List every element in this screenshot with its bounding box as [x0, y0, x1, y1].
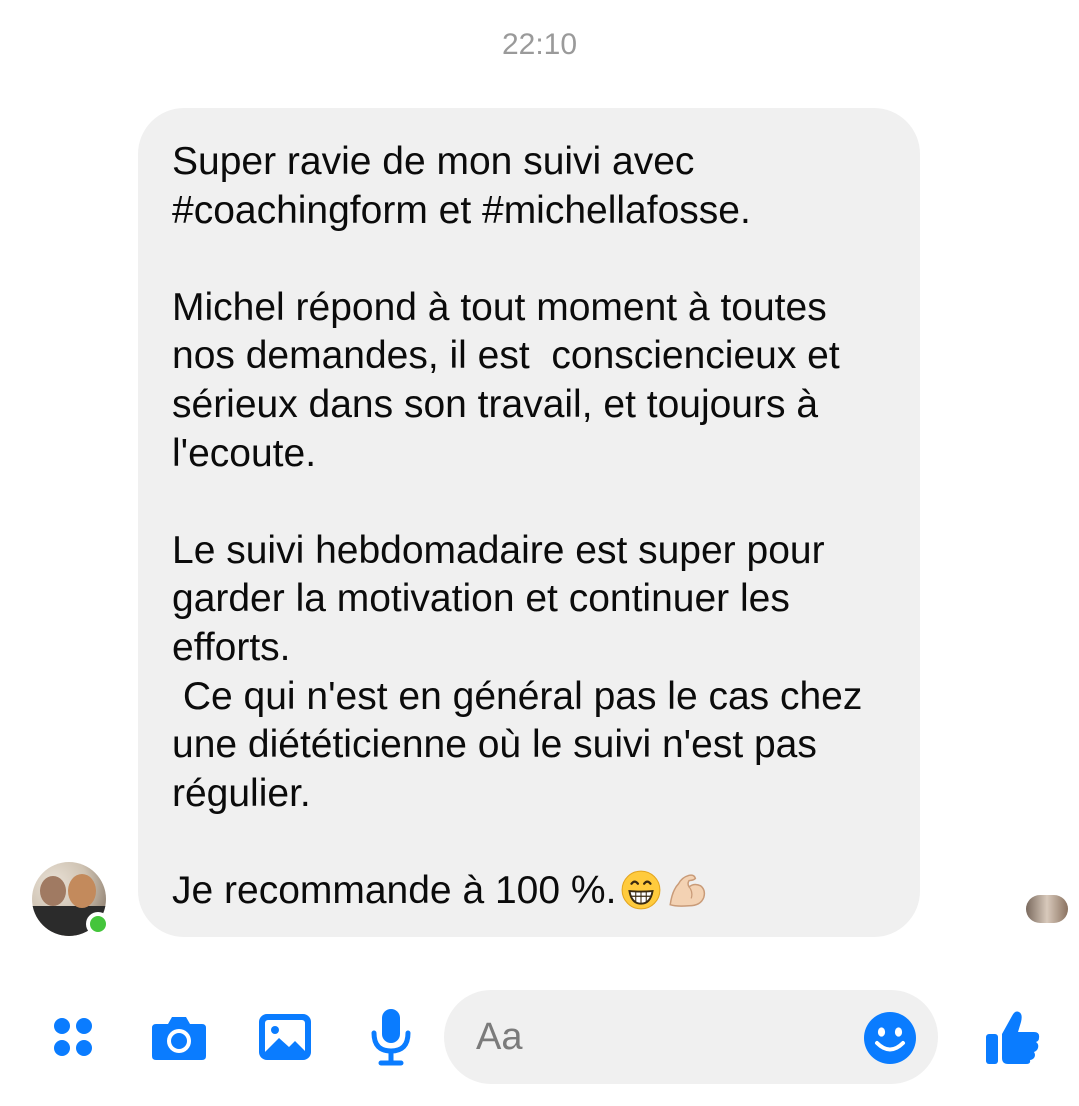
message-composer [0, 990, 1079, 1090]
message-input[interactable] [476, 1012, 836, 1062]
messenger-conversation: 22:10 Super ravie de mon suivi avec #coa… [0, 0, 1079, 1106]
smiley-icon[interactable] [862, 1010, 918, 1066]
message-body: Super ravie de mon suivi avec #coachingf… [172, 140, 863, 912]
menu-dots-icon[interactable] [44, 1008, 102, 1066]
camera-icon[interactable] [150, 1008, 208, 1066]
message-timestamp: 22:10 [501, 28, 578, 61]
microphone-icon[interactable] [362, 1008, 420, 1066]
read-receipt-avatar [1026, 895, 1068, 923]
online-status-indicator [86, 912, 110, 936]
gallery-icon[interactable] [256, 1008, 314, 1066]
flexed-biceps-emoji [669, 874, 706, 907]
message-text: Super ravie de mon suivi avec #coachingf… [172, 138, 890, 916]
sender-avatar[interactable] [32, 862, 110, 936]
message-input-container[interactable] [444, 990, 938, 1084]
message-bubble[interactable]: Super ravie de mon suivi avec #coachingf… [138, 108, 920, 937]
grinning-face-emoji [621, 870, 661, 910]
thumbs-up-icon[interactable] [982, 1006, 1044, 1068]
